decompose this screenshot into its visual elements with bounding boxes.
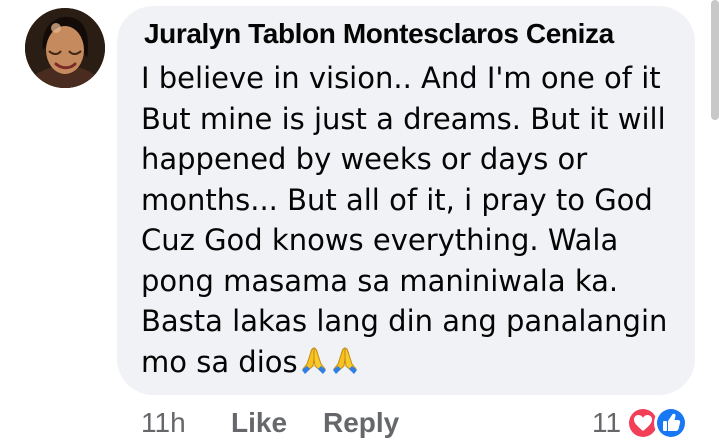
comment-line-7: Basta lakas lang din ang panalangin bbox=[141, 304, 668, 338]
vertical-scrollbar[interactable] bbox=[711, 0, 719, 120]
comment-view: Juralyn Tablon Montesclaros Ceniza I bel… bbox=[0, 0, 719, 447]
comment-timestamp[interactable]: 11h bbox=[141, 407, 197, 439]
comment-text: I believe in vision.. And I'm one of it … bbox=[141, 58, 676, 382]
comment-author-name[interactable]: Juralyn Tablon Montesclaros Ceniza bbox=[144, 18, 614, 50]
comment-line-4: months... But all of it, i pray to God bbox=[141, 182, 653, 217]
author-avatar[interactable] bbox=[25, 8, 105, 88]
reaction-icons bbox=[625, 404, 691, 442]
reaction-count: 11 bbox=[592, 407, 622, 438]
comment-line-6: pong masama sa maniniwala ka. bbox=[141, 263, 619, 298]
folded-hands-emoji-icon bbox=[301, 346, 326, 374]
comment-line-8: mo sa dios bbox=[141, 342, 676, 383]
comment-actions: 11h Like Reply bbox=[141, 403, 399, 443]
comment-line-2: But mine is just a dreams. But it will bbox=[141, 101, 666, 136]
comment-line-5: Cuz God knows everything. Wala bbox=[141, 223, 619, 257]
reply-button[interactable]: Reply bbox=[323, 407, 399, 439]
comment-line-1: I believe in vision.. And I'm one of it bbox=[141, 61, 661, 95]
like-button[interactable]: Like bbox=[231, 407, 323, 439]
comment-line-8-text: mo sa dios bbox=[141, 344, 298, 379]
profile-photo bbox=[25, 8, 105, 88]
comment-line-3: happened by weeks or days or bbox=[141, 142, 588, 176]
reaction-summary[interactable]: 11 bbox=[592, 403, 691, 443]
like-reaction-icon bbox=[654, 406, 689, 440]
folded-hands-emoji-icon bbox=[332, 346, 357, 374]
